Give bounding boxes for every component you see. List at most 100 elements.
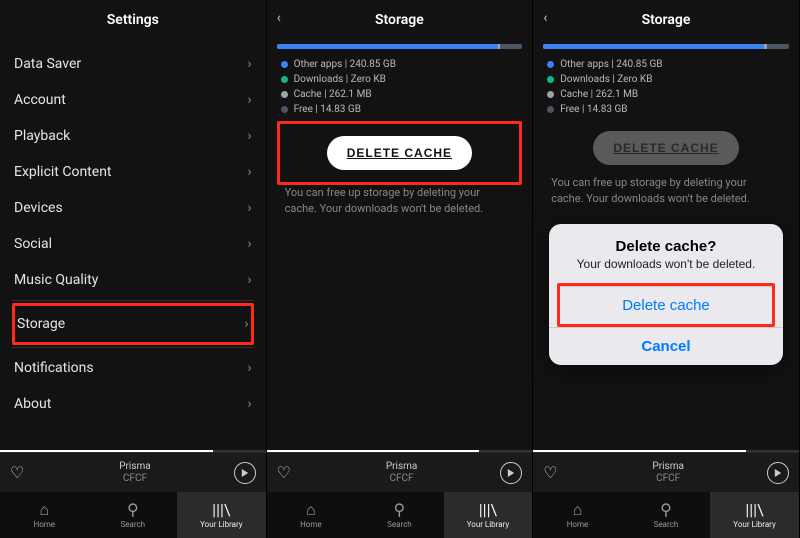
delete-cache-highlight: DELETE CACHE [277,121,523,185]
now-playing-bar[interactable]: ♡ Prisma CFCF [0,452,266,492]
legend-label: Other apps | 240.85 GB [294,59,396,70]
tab-label: Your Library [467,520,509,529]
page-title: Storage [375,12,424,28]
seg-free [767,44,789,49]
row-about[interactable]: About› [12,386,254,422]
tab-search[interactable]: ⚲ Search [622,492,711,538]
back-button[interactable]: ‹ [543,10,547,26]
row-account[interactable]: Account› [12,82,254,118]
now-playing-bar[interactable]: ♡ Prisma CFCF [533,452,799,492]
delete-cache-button[interactable]: DELETE CACHE [327,136,472,170]
legend-item: Cache | 262.1 MB [547,89,785,100]
tab-search[interactable]: ⚲Search [355,492,444,538]
back-button[interactable]: ‹ [277,10,281,26]
home-icon: ⌂ [39,502,49,518]
tab-home[interactable]: ⌂Home [533,492,622,538]
now-playing-bar[interactable]: ♡ Prisma CFCF [267,452,533,492]
legend-label: Free | 14.83 GB [294,104,361,115]
bottom-area: ♡ Prisma CFCF ⌂Home ⚲Search |||\ Your Lib… [0,450,266,538]
heart-icon[interactable]: ♡ [277,465,291,481]
library-icon: |||\ [745,502,763,518]
panel-storage-2: ‹ Storage Other apps | 240.85 GB Downloa… [533,0,800,538]
tab-search[interactable]: ⚲Search [89,492,178,538]
search-icon: ⚲ [127,502,139,518]
legend-item: Downloads | Zero KB [281,74,519,85]
track-artist: CFCF [570,473,767,485]
play-button[interactable] [500,462,522,484]
legend: Other apps | 240.85 GB Downloads | Zero … [267,59,533,115]
tab-library[interactable]: |||\Your Library [710,492,799,538]
divider [12,300,254,301]
legend-label: Other apps | 240.85 GB [560,59,662,70]
panel-storage-1: ‹ Storage Other apps | 240.85 GB Downloa… [267,0,534,538]
dot-icon [547,76,554,83]
seg-other-apps [277,44,498,49]
chevron-right-icon: › [247,236,251,252]
dot-icon [281,106,288,113]
track-artist: CFCF [303,473,500,485]
now-playing-text: Prisma CFCF [303,461,500,485]
track-title: Prisma [303,461,500,473]
legend-item: Downloads | Zero KB [547,74,785,85]
tab-label: Search [654,520,679,529]
legend-item: Free | 14.83 GB [281,104,519,115]
tab-library[interactable]: |||\Your Library [444,492,533,538]
panel-settings: Settings Data Saver› Account› Playback› … [0,0,267,538]
storage-body: Other apps | 240.85 GB Downloads | Zero … [267,40,533,450]
seg-other-apps [543,44,764,49]
divider [12,347,254,348]
dialog-title: Delete cache? [549,224,783,257]
legend-item: Other apps | 240.85 GB [547,59,785,70]
chevron-right-icon: › [247,128,251,144]
tab-home[interactable]: ⌂Home [0,492,89,538]
heart-icon[interactable]: ♡ [543,465,557,481]
tab-label: Your Library [200,520,242,529]
row-label: Data Saver [14,56,81,72]
legend-label: Cache | 262.1 MB [560,89,638,100]
dialog-cancel-button[interactable]: Cancel [549,327,783,365]
dot-icon [281,91,288,98]
row-storage[interactable]: Storage› [12,303,254,345]
legend-item: Other apps | 240.85 GB [281,59,519,70]
now-playing-text: Prisma CFCF [36,461,233,485]
tab-home[interactable]: ⌂ Home [267,492,356,538]
row-label: Music Quality [14,272,98,288]
tab-bar: ⌂ Home ⚲Search |||\Your Library [267,492,533,538]
legend-label: Cache | 262.1 MB [294,89,372,100]
tab-label: Home [300,520,322,529]
play-button[interactable] [234,462,256,484]
tab-bar: ⌂Home ⚲ Search |||\Your Library [533,492,799,538]
library-icon: |||\ [212,502,230,518]
legend: Other apps | 240.85 GB Downloads | Zero … [533,59,799,115]
storage-body: Other apps | 240.85 GB Downloads | Zero … [533,40,799,450]
row-label: About [14,396,51,412]
tab-library[interactable]: |||\ Your Library [177,492,266,538]
row-social[interactable]: Social› [12,226,254,262]
dot-icon [281,61,288,68]
seg-free [500,44,522,49]
dialog-message: Your downloads won't be deleted. [549,257,783,283]
play-button[interactable] [767,462,789,484]
dialog-confirm-highlight: Delete cache [557,283,775,327]
row-music-quality[interactable]: Music Quality › [12,262,254,298]
row-devices[interactable]: Devices› [12,190,254,226]
row-data-saver[interactable]: Data Saver› [12,46,254,82]
dialog-confirm-button[interactable]: Delete cache [560,286,772,324]
tab-label: Home [567,520,589,529]
heart-icon[interactable]: ♡ [10,465,24,481]
legend-item: Cache | 262.1 MB [281,89,519,100]
row-label: Playback [14,128,70,144]
chevron-right-icon: › [247,92,251,108]
search-icon: ⚲ [660,502,672,518]
track-title: Prisma [36,461,233,473]
row-explicit-content[interactable]: Explicit Content› [12,154,254,190]
chevron-right-icon: › [247,272,251,288]
header: ‹ Storage [533,0,799,40]
tab-bar: ⌂Home ⚲Search |||\ Your Library [0,492,266,538]
storage-desc: You can free up storage by deleting your… [267,185,533,217]
home-icon: ⌂ [306,502,316,518]
row-label: Storage [17,316,65,332]
row-notifications[interactable]: Notifications› [12,350,254,386]
row-playback[interactable]: Playback › [12,118,254,154]
delete-cache-button[interactable]: DELETE CACHE [593,131,738,165]
